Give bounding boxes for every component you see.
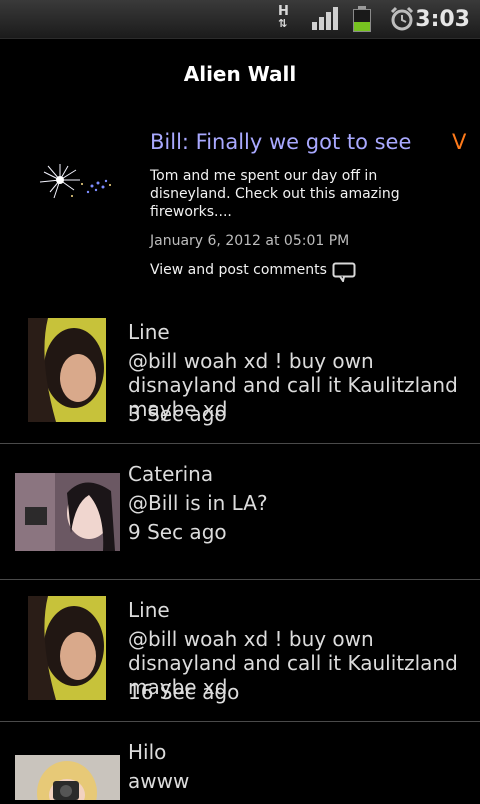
avatar-line[interactable] <box>28 318 106 422</box>
comment-time: 3 Sec ago <box>128 402 227 426</box>
battery-icon <box>353 6 371 32</box>
fireworks-thumbnail[interactable] <box>30 150 120 220</box>
avatar-caterina[interactable] <box>15 473 120 551</box>
post-heading[interactable]: Bill: Finally we got to see <box>150 130 411 154</box>
divider <box>0 721 480 722</box>
clock-time: 3:03 <box>415 7 470 32</box>
post-flag[interactable]: V <box>452 130 466 154</box>
avatar-line[interactable] <box>28 596 106 700</box>
comment-time: 9 Sec ago <box>128 520 227 544</box>
divider <box>0 579 480 580</box>
status-bar: H ⇅ 3:03 <box>0 0 480 39</box>
network-hsdpa-icon: H ⇅ <box>278 4 289 30</box>
page-title: Alien Wall <box>183 62 297 86</box>
post-date: January 6, 2012 at 05:01 PM <box>150 233 350 249</box>
post-body: Tom and me spent our day off in disneyla… <box>150 168 400 220</box>
comment-time: 16 Sec ago <box>128 680 240 704</box>
comment-author: Line <box>128 598 170 622</box>
signal-strength-icon <box>312 6 338 30</box>
alarm-clock-icon <box>389 6 415 32</box>
comment-author: Line <box>128 320 170 344</box>
comment-bubble-icon[interactable] <box>332 262 356 284</box>
comment-author: Hilo <box>128 740 167 764</box>
comment-text: @Bill is in LA? <box>128 491 268 515</box>
comment-text: awww <box>128 769 190 793</box>
comment-author: Caterina <box>128 462 214 486</box>
avatar-hilo[interactable] <box>15 755 120 804</box>
view-comments-link[interactable]: View and post comments <box>150 262 327 278</box>
divider <box>0 443 480 444</box>
